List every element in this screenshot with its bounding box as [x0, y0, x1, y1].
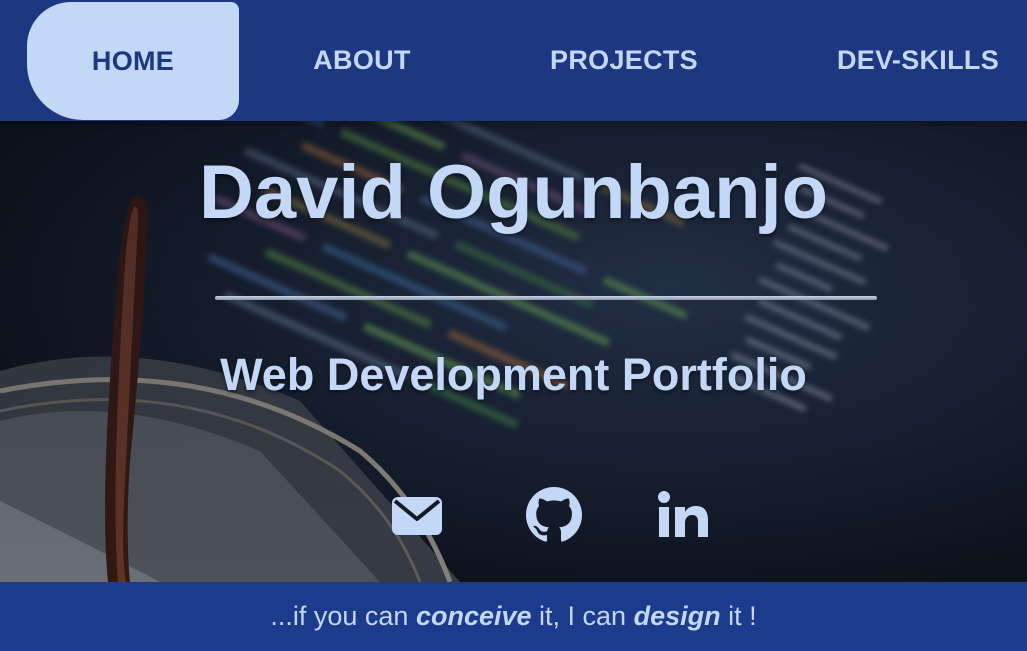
hero-section: David Ogunbanjo Web Development Portfoli… [0, 121, 1027, 582]
envelope-icon[interactable] [389, 487, 449, 543]
tagline-emphasis-design: design [633, 601, 721, 631]
tagline-part-3: it ! [720, 601, 757, 631]
github-icon[interactable] [524, 487, 584, 543]
tagline-part-1: ...if you can [270, 601, 416, 631]
hero-divider [215, 296, 877, 300]
nav-dev-skills[interactable]: DEV-SKILLS [818, 0, 1018, 121]
linkedin-icon[interactable] [654, 487, 714, 543]
nav-projects[interactable]: PROJECTS [530, 0, 718, 121]
tagline-part-2: it, I can [531, 601, 634, 631]
nav-about[interactable]: ABOUT [282, 0, 442, 121]
hero-title: David Ogunbanjo [198, 150, 829, 235]
nav-home[interactable]: HOME [27, 2, 239, 120]
tagline-emphasis-conceive: conceive [415, 601, 532, 631]
navbar: HOME ABOUT PROJECTS DEV-SKILLS [0, 0, 1027, 121]
hero-subtitle: Web Development Portfolio [220, 349, 807, 400]
footer-tagline: ...if you can conceive it, I can design … [0, 582, 1027, 651]
